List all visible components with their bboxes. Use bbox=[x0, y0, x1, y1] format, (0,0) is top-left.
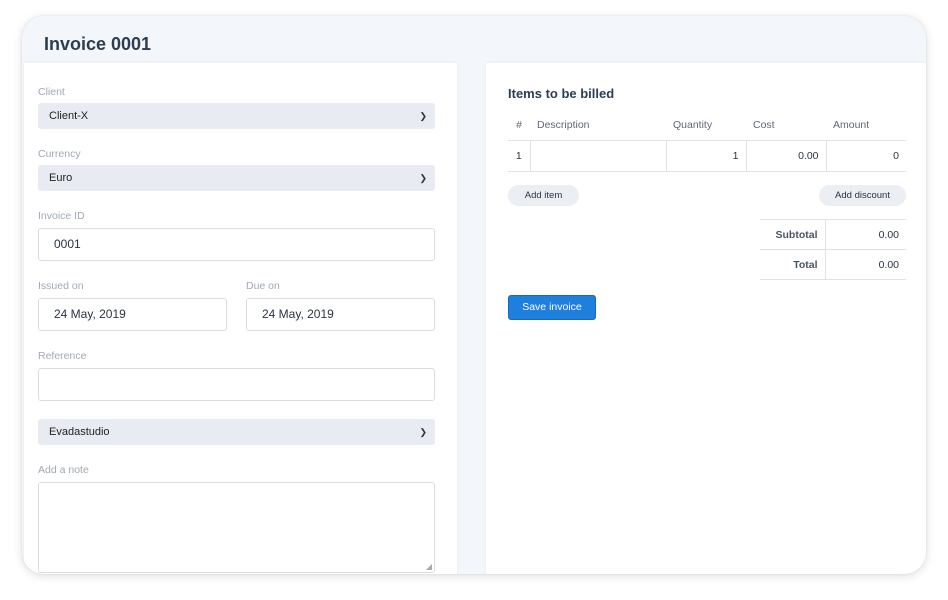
add-item-button[interactable]: Add item bbox=[508, 185, 579, 206]
chevron-down-icon: ❯ bbox=[419, 427, 427, 437]
col-amount: Amount bbox=[826, 110, 906, 141]
invoice-details-panel: Client Client-X ❯ Currency Euro ❯ Invoic… bbox=[24, 63, 457, 574]
invoice-id-label: Invoice ID bbox=[38, 210, 85, 222]
company-select[interactable]: Evadastudio ❯ bbox=[38, 419, 435, 445]
total-value: 0.00 bbox=[824, 249, 906, 280]
note-label: Add a note bbox=[38, 464, 89, 476]
total-row: Total 0.00 bbox=[760, 249, 906, 280]
items-table: # Description Quantity Cost Amount 1 1 0… bbox=[508, 110, 906, 172]
totals-table: Subtotal 0.00 Total 0.00 bbox=[760, 219, 906, 280]
invoice-id-input[interactable]: 0001 bbox=[38, 228, 435, 261]
resize-grip-icon[interactable]: ◢ bbox=[426, 562, 432, 571]
issued-on-input[interactable]: 24 May, 2019 bbox=[38, 298, 227, 331]
due-on-input[interactable]: 24 May, 2019 bbox=[246, 298, 435, 331]
subtotal-row: Subtotal 0.00 bbox=[760, 219, 906, 250]
chevron-down-icon: ❯ bbox=[419, 173, 427, 183]
currency-select[interactable]: Euro ❯ bbox=[38, 165, 435, 191]
cost-cell[interactable]: 0.00 bbox=[745, 140, 826, 172]
page-title: Invoice 0001 bbox=[44, 34, 152, 54]
amount-cell: 0 bbox=[825, 140, 906, 172]
company-value: Evadastudio bbox=[49, 426, 110, 438]
subtotal-label: Subtotal bbox=[760, 219, 825, 250]
invoice-window: Invoice 0001 Client Client-X ❯ Currency … bbox=[22, 16, 926, 574]
add-discount-button[interactable]: Add discount bbox=[819, 185, 906, 206]
reference-label: Reference bbox=[38, 350, 87, 362]
quantity-cell[interactable]: 1 bbox=[665, 140, 746, 172]
col-quantity: Quantity bbox=[666, 110, 746, 141]
col-index: # bbox=[508, 110, 530, 141]
client-select[interactable]: Client-X ❯ bbox=[38, 103, 435, 129]
currency-label: Currency bbox=[38, 148, 81, 160]
subtotal-value: 0.00 bbox=[824, 219, 906, 250]
items-panel: Items to be billed # Description Quantit… bbox=[486, 63, 926, 574]
items-header-row: # Description Quantity Cost Amount bbox=[508, 110, 906, 141]
issued-on-label: Issued on bbox=[38, 280, 84, 292]
client-label: Client bbox=[38, 86, 65, 98]
row-index: 1 bbox=[508, 140, 530, 172]
items-title: Items to be billed bbox=[508, 86, 615, 101]
description-cell[interactable] bbox=[529, 140, 666, 172]
reference-input[interactable] bbox=[38, 368, 435, 401]
col-description: Description bbox=[530, 110, 666, 141]
chevron-down-icon: ❯ bbox=[419, 111, 427, 121]
total-label: Total bbox=[760, 249, 825, 280]
save-invoice-button[interactable]: Save invoice bbox=[508, 295, 596, 320]
note-textarea[interactable]: ◢ bbox=[38, 482, 435, 573]
col-cost: Cost bbox=[746, 110, 826, 141]
table-row: 1 1 0.00 0 bbox=[508, 140, 906, 172]
currency-value: Euro bbox=[49, 172, 73, 184]
due-on-label: Due on bbox=[246, 280, 280, 292]
client-value: Client-X bbox=[49, 110, 89, 122]
